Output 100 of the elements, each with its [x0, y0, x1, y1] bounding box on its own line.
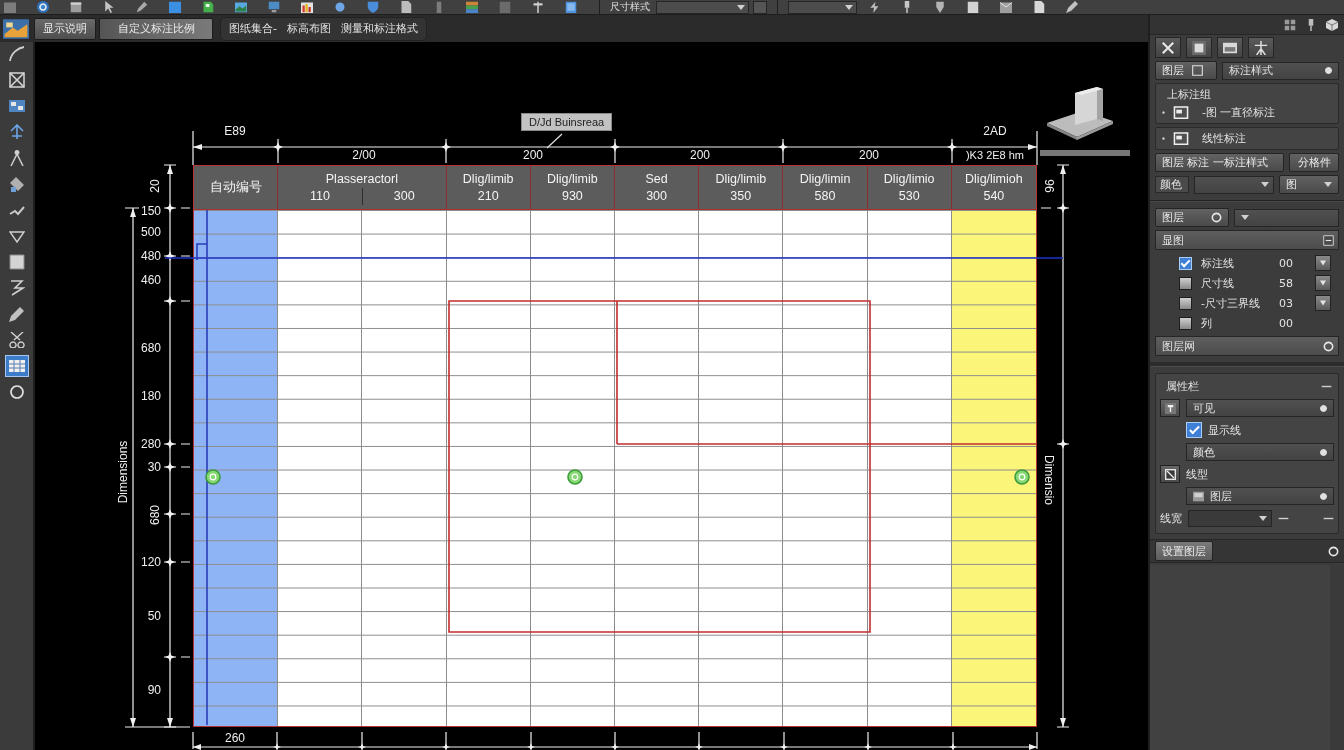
cube-icon[interactable] — [1326, 18, 1338, 31]
leader-line — [546, 133, 563, 149]
dimension-label: 180 — [140, 389, 161, 403]
menu-button[interactable] — [1315, 255, 1331, 271]
color-button[interactable]: 图 — [1279, 175, 1339, 194]
caret-icon — [845, 4, 853, 10]
layer-checkbox[interactable] — [1179, 276, 1192, 290]
style-option[interactable]: -图 一直径标注 — [1170, 105, 1276, 120]
tool-button[interactable] — [1186, 37, 1212, 58]
menu-button[interactable] — [1315, 295, 1331, 311]
grid-icon[interactable] — [1284, 18, 1296, 31]
dimension-label: 680 — [140, 341, 161, 355]
signpost-icon[interactable] — [531, 1, 545, 13]
style-option[interactable]: 线性标注 — [1170, 131, 1246, 146]
bolt-icon[interactable] — [867, 1, 881, 13]
cursor-icon[interactable] — [102, 1, 116, 13]
monitor-icon[interactable] — [267, 1, 281, 13]
menu-item[interactable]: 图纸集合- — [225, 21, 281, 36]
grip-point-icon[interactable] — [567, 469, 583, 485]
color-dropdown[interactable] — [1194, 175, 1274, 194]
frame-icon — [8, 72, 25, 88]
column-value: 580 — [813, 187, 837, 205]
layer-name: 标注线 — [1201, 255, 1235, 271]
caret-icon — [737, 4, 745, 10]
dimension-label: 500 — [140, 225, 161, 239]
chart-icon[interactable] — [300, 1, 314, 13]
view-cube-icon[interactable] — [1045, 85, 1115, 140]
page-icon[interactable] — [1032, 1, 1046, 13]
pen-icon[interactable] — [1065, 1, 1079, 13]
shield-icon[interactable] — [366, 1, 380, 13]
section-title: 显图 — [1162, 232, 1184, 248]
column-value: 110 — [309, 187, 331, 205]
dimension-label: 280 — [140, 437, 161, 451]
column-title: Dlig/limib — [715, 170, 767, 188]
column-title: Dlig/limio — [883, 170, 935, 188]
square-icon[interactable] — [168, 1, 182, 13]
layer-value: 00 — [1279, 316, 1294, 330]
square-icon[interactable] — [3, 1, 17, 13]
square-icon[interactable] — [564, 1, 578, 13]
dimension-label: 200 — [859, 148, 879, 162]
floppy-icon[interactable] — [201, 1, 215, 13]
grip-point-icon[interactable] — [1014, 469, 1030, 485]
pencil-icon[interactable] — [135, 1, 149, 13]
dimension-label: 2AD — [983, 124, 1007, 138]
group-title: 属性栏 — [1166, 379, 1199, 394]
zigzag-icon — [8, 280, 25, 296]
target-icon[interactable] — [36, 1, 50, 13]
property-label: 线宽 — [1160, 510, 1182, 526]
view-dropdown[interactable] — [788, 0, 857, 14]
icon-button[interactable] — [1160, 399, 1180, 417]
section-title: 图层网 — [1162, 338, 1195, 354]
property-dropdown[interactable]: 颜色 — [1186, 443, 1334, 461]
image-icon[interactable] — [3, 18, 29, 39]
tool-button[interactable] — [1217, 37, 1243, 58]
arrow-down-icon — [1319, 299, 1327, 307]
column-title: Dlig/limin — [799, 170, 851, 188]
ring-icon[interactable] — [1323, 340, 1334, 352]
column-title: 自动编号 — [209, 179, 262, 196]
dimension-label: )K3 2E8 hm — [965, 149, 1025, 161]
property-dropdown[interactable]: 图层 — [1186, 487, 1334, 505]
style-button[interactable]: 图层 标注 一标注样式 — [1155, 153, 1284, 172]
page-icon[interactable] — [399, 1, 413, 13]
menu-button[interactable] — [1315, 275, 1331, 291]
property-checkbox[interactable] — [1186, 422, 1202, 438]
layer-button[interactable]: 图层 — [1155, 61, 1217, 80]
layer-checkbox[interactable] — [1179, 316, 1192, 330]
diamond-icon — [8, 176, 25, 192]
split-button[interactable]: 分格件 — [1289, 153, 1339, 172]
collapse-icon[interactable] — [1323, 234, 1334, 246]
tool-button[interactable] — [1155, 37, 1181, 58]
stripes-icon[interactable] — [465, 1, 479, 13]
dimension-label: 50 — [147, 609, 161, 623]
arrow-down-icon — [1319, 279, 1327, 287]
command-button[interactable]: 自定义标注比例 — [99, 17, 213, 40]
icon-button[interactable] — [1160, 465, 1180, 483]
menu-item[interactable]: 测量和标注格式 — [337, 21, 422, 36]
command-button[interactable]: 显示说明 — [34, 17, 96, 40]
tool-button[interactable] — [1248, 37, 1274, 58]
envelope-icon[interactable] — [999, 1, 1013, 13]
input-field[interactable] — [1188, 509, 1272, 527]
dimension-label: 480 — [140, 249, 161, 263]
sheet-icon[interactable] — [966, 1, 980, 13]
ring-icon[interactable] — [1328, 545, 1339, 557]
window-icon[interactable] — [69, 1, 83, 13]
caret-icon — [1324, 182, 1332, 187]
bullet-icon — [1161, 136, 1166, 141]
tag-icon[interactable] — [933, 1, 947, 13]
color-label: 颜色 — [1155, 176, 1189, 193]
column-title: Dlig/limib — [462, 170, 514, 188]
settings-button[interactable]: 设置图层 — [1155, 541, 1213, 561]
note-label: D/Jd Buinsreaa — [521, 113, 613, 131]
property-dropdown[interactable]: 可见 — [1186, 399, 1334, 417]
layer-toggle[interactable]: 图层 — [1155, 208, 1229, 227]
style-dropdown[interactable]: 标注样式 — [1222, 61, 1339, 80]
column-title: Dlig/limioh — [965, 170, 1023, 188]
property-label: 线型 — [1186, 466, 1208, 482]
column-value: 300 — [645, 187, 668, 205]
grip-point-icon[interactable] — [205, 469, 221, 485]
layer-checkbox[interactable] — [1179, 296, 1192, 310]
menu-item[interactable]: 标高布图 — [283, 21, 335, 36]
